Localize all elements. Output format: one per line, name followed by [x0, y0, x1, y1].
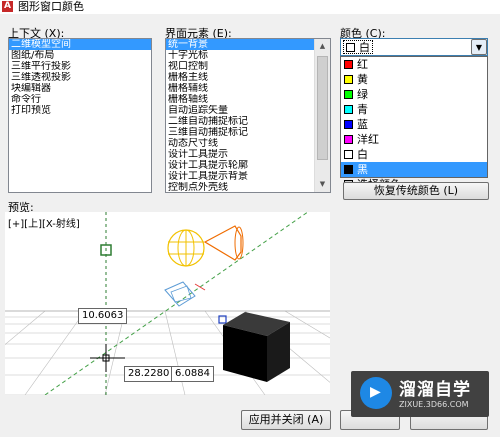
- element-list-item[interactable]: 视口控制: [166, 61, 330, 72]
- color-option-label: 黑: [357, 163, 368, 176]
- context-list-item[interactable]: 命令行: [9, 94, 151, 105]
- title-bar: A 图形窗口颜色: [0, 0, 500, 14]
- dimension-value-3: 6.0884: [171, 366, 214, 382]
- window-title: 图形窗口颜色: [18, 0, 84, 13]
- element-list-item[interactable]: 控制点外壳线: [166, 182, 330, 192]
- color-combo-value: 白: [343, 40, 373, 54]
- element-list-item[interactable]: 设计工具提示轮廓: [166, 160, 330, 171]
- dimension-value-2: 28.2280: [124, 366, 174, 382]
- app-logo-icon: A: [2, 1, 13, 12]
- context-list-item[interactable]: 三维平行投影: [9, 61, 151, 72]
- element-list-item[interactable]: 二维自动捕捉标记: [166, 116, 330, 127]
- element-list-item[interactable]: 栅格主线: [166, 72, 330, 83]
- color-option[interactable]: 蓝: [341, 117, 487, 132]
- watermark-badge: 溜溜自学 ZIXUE.3D66.COM: [351, 371, 489, 417]
- apply-close-button[interactable]: 应用并关闭 (A): [241, 410, 331, 430]
- restore-colors-button[interactable]: 恢复传统颜色 (L): [343, 182, 489, 200]
- context-list-item[interactable]: 三维透视投影: [9, 72, 151, 83]
- context-list-item[interactable]: 图纸/布局: [9, 50, 151, 61]
- color-option-label: 红: [357, 58, 368, 71]
- watermark-logo-icon: [360, 377, 392, 409]
- color-option-label: 青: [357, 103, 368, 116]
- selected-color-swatch: [346, 43, 355, 52]
- color-option-label: 蓝: [357, 118, 368, 131]
- context-list[interactable]: 二维模型空间 图纸/布局 三维平行投影 三维透视投影 块编辑器 命令行 打印预览: [8, 38, 152, 193]
- color-combobox[interactable]: 白 ▼: [340, 38, 488, 56]
- context-list-item[interactable]: 二维模型空间: [9, 39, 151, 50]
- scroll-down-icon[interactable]: ▼: [315, 177, 330, 192]
- color-option-label: 绿: [357, 88, 368, 101]
- dimension-value-1: 10.6063: [78, 308, 128, 324]
- element-list-item[interactable]: 设计工具提示背景: [166, 171, 330, 182]
- context-list-item[interactable]: 块编辑器: [9, 83, 151, 94]
- watermark-text: 溜溜自学: [399, 380, 471, 400]
- color-option-label: 白: [357, 148, 368, 161]
- elements-scrollbar[interactable]: ▲ ▼: [314, 39, 330, 192]
- color-option[interactable]: 绿: [341, 87, 487, 102]
- color-swatch-icon: [344, 135, 353, 144]
- color-option[interactable]: 洋红: [341, 132, 487, 147]
- color-swatch-icon: [344, 105, 353, 114]
- elements-list[interactable]: 统一背景 十字光标 视口控制 栅格主线 栅格辅线 栅格轴线 自动追踪矢量 二维自动捕捉标记 三维…: [165, 38, 331, 193]
- scroll-thumb[interactable]: [317, 56, 328, 160]
- color-option[interactable]: 青: [341, 102, 487, 117]
- color-option[interactable]: 白: [341, 147, 487, 162]
- preview-viewport: [+][上][X-射线] 10.6063 28.2280 6.0884: [5, 212, 330, 395]
- viewport-tag: [+][上][X-射线]: [8, 219, 80, 230]
- element-list-item[interactable]: 三维自动捕捉标记: [166, 127, 330, 138]
- element-list-item[interactable]: 栅格辅线: [166, 83, 330, 94]
- chevron-down-icon[interactable]: ▼: [471, 39, 487, 55]
- element-list-item[interactable]: 栅格轴线: [166, 94, 330, 105]
- element-list-item[interactable]: 设计工具提示: [166, 149, 330, 160]
- watermark-url: ZIXUE.3D66.COM: [399, 400, 469, 409]
- color-swatch-icon: [344, 90, 353, 99]
- color-option[interactable]: 黄: [341, 72, 487, 87]
- color-option-label: 黄: [357, 73, 368, 86]
- color-swatch-icon: [344, 165, 353, 174]
- color-swatch-icon: [344, 120, 353, 129]
- color-option[interactable]: 红: [341, 57, 487, 72]
- element-list-item[interactable]: 自动追踪矢量: [166, 105, 330, 116]
- context-list-item[interactable]: 打印预览: [9, 105, 151, 116]
- color-swatch-icon: [344, 75, 353, 84]
- element-list-item[interactable]: 统一背景: [166, 39, 330, 50]
- color-swatch-icon: [344, 150, 353, 159]
- color-option[interactable]: 黑: [341, 162, 487, 177]
- scroll-up-icon[interactable]: ▲: [315, 39, 330, 54]
- color-dropdown[interactable]: 红黄绿青蓝洋红白黑选择颜色...: [340, 56, 488, 191]
- color-option-label: 洋红: [357, 133, 379, 146]
- element-list-item[interactable]: 动态尺寸线: [166, 138, 330, 149]
- element-list-item[interactable]: 十字光标: [166, 50, 330, 61]
- color-swatch-icon: [344, 60, 353, 69]
